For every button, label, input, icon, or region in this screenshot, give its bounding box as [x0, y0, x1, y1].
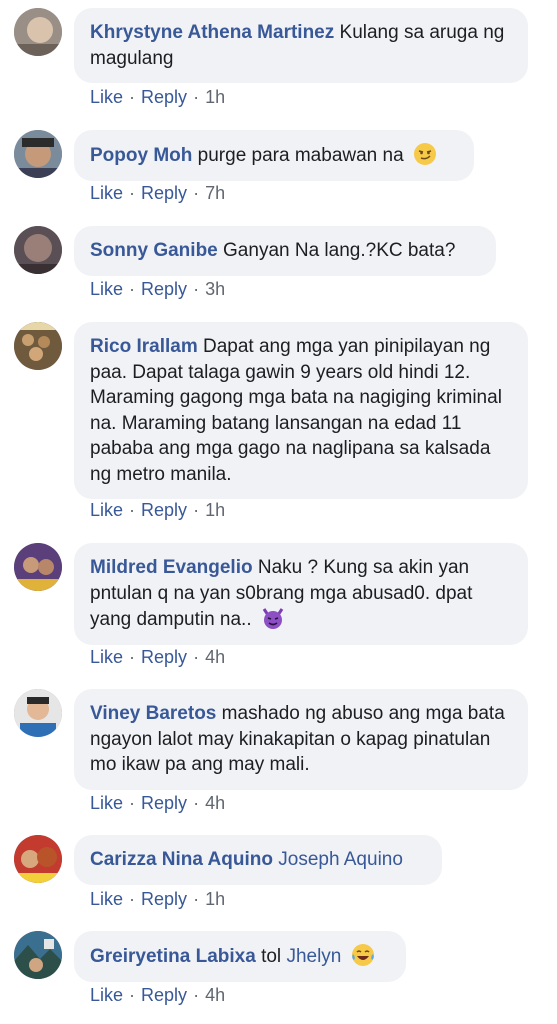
- comment-actions: Like · Reply · 1h: [90, 889, 226, 909]
- reply-link[interactable]: Reply: [141, 87, 187, 107]
- comment-bubble: Viney Baretos mashado ng abuso ang mga b…: [74, 689, 528, 790]
- tagged-user-link[interactable]: Jhelyn: [286, 946, 341, 967]
- commenter-name[interactable]: Mildred Evangelio: [90, 557, 253, 578]
- comment-text: tol: [261, 946, 282, 967]
- comment-bubble: Greiryetina Labixa tol Jhelyn: [74, 931, 406, 982]
- comment-time[interactable]: 1h: [205, 87, 225, 107]
- commenter-name[interactable]: Rico Irallam: [90, 336, 198, 357]
- commenter-name[interactable]: Sonny Ganibe: [90, 240, 218, 261]
- comment-text: Ganyan Na lang.?KC bata?: [223, 240, 456, 261]
- comment-bubble: Mildred Evangelio Naku ? Kung sa akin ya…: [74, 543, 528, 645]
- avatar[interactable]: [14, 689, 62, 737]
- comment-bubble: Popoy Moh purge para mabawan na: [74, 130, 474, 181]
- like-link[interactable]: Like: [90, 985, 123, 1005]
- avatar[interactable]: [14, 8, 62, 56]
- comment-bubble: Khrystyne Athena Martinez Kulang sa arug…: [74, 8, 528, 83]
- comment-actions: Like · Reply · 4h: [90, 985, 226, 1005]
- avatar[interactable]: [14, 835, 62, 883]
- like-link[interactable]: Like: [90, 647, 123, 667]
- commenter-name[interactable]: Greiryetina Labixa: [90, 946, 256, 967]
- commenter-name[interactable]: Khrystyne Athena Martinez: [90, 22, 334, 43]
- like-link[interactable]: Like: [90, 279, 123, 299]
- avatar[interactable]: [14, 226, 62, 274]
- like-link[interactable]: Like: [90, 793, 123, 813]
- comment-actions: Like · Reply · 1h: [90, 87, 226, 107]
- comment-time[interactable]: 4h: [205, 793, 225, 813]
- avatar[interactable]: [14, 931, 62, 979]
- like-link[interactable]: Like: [90, 183, 123, 203]
- comment-bubble: Sonny Ganibe Ganyan Na lang.?KC bata?: [74, 226, 496, 276]
- comment-time[interactable]: 4h: [205, 647, 225, 667]
- commenter-name[interactable]: Popoy Moh: [90, 145, 192, 166]
- like-link[interactable]: Like: [90, 889, 123, 909]
- comment-actions: Like · Reply · 4h: [90, 793, 226, 813]
- reply-link[interactable]: Reply: [141, 279, 187, 299]
- commenter-name[interactable]: Carizza Nina Aquino: [90, 849, 273, 870]
- comment-bubble: Carizza Nina Aquino Joseph Aquino: [74, 835, 442, 885]
- comment-time[interactable]: 4h: [205, 985, 225, 1005]
- avatar[interactable]: [14, 130, 62, 178]
- commenter-name[interactable]: Viney Baretos: [90, 703, 216, 724]
- comment-actions: Like · Reply · 1h: [90, 500, 226, 520]
- smirk-emoji-icon: [413, 142, 437, 166]
- avatar[interactable]: [14, 322, 62, 370]
- comment-time[interactable]: 1h: [205, 889, 225, 909]
- laughing-tears-emoji-icon: [351, 943, 375, 967]
- reply-link[interactable]: Reply: [141, 500, 187, 520]
- reply-link[interactable]: Reply: [141, 647, 187, 667]
- comment-time[interactable]: 7h: [205, 183, 225, 203]
- like-link[interactable]: Like: [90, 87, 123, 107]
- tagged-user-link[interactable]: Joseph Aquino: [278, 849, 403, 870]
- reply-link[interactable]: Reply: [141, 889, 187, 909]
- reply-link[interactable]: Reply: [141, 985, 187, 1005]
- comment-text: purge para mabawan na: [197, 145, 404, 166]
- comment-actions: Like · Reply · 7h: [90, 183, 226, 203]
- comment-bubble: Rico Irallam Dapat ang mga yan pinipilay…: [74, 322, 528, 499]
- avatar[interactable]: [14, 543, 62, 591]
- purple-devil-emoji-icon: [261, 606, 285, 630]
- comment-actions: Like · Reply · 4h: [90, 647, 226, 667]
- like-link[interactable]: Like: [90, 500, 123, 520]
- comment-actions: Like · Reply · 3h: [90, 279, 226, 299]
- comment-text: Dapat ang mga yan pinipilayan ng paa. Da…: [90, 336, 502, 485]
- comment-time[interactable]: 3h: [205, 279, 225, 299]
- reply-link[interactable]: Reply: [141, 793, 187, 813]
- comment-time[interactable]: 1h: [205, 500, 225, 520]
- reply-link[interactable]: Reply: [141, 183, 187, 203]
